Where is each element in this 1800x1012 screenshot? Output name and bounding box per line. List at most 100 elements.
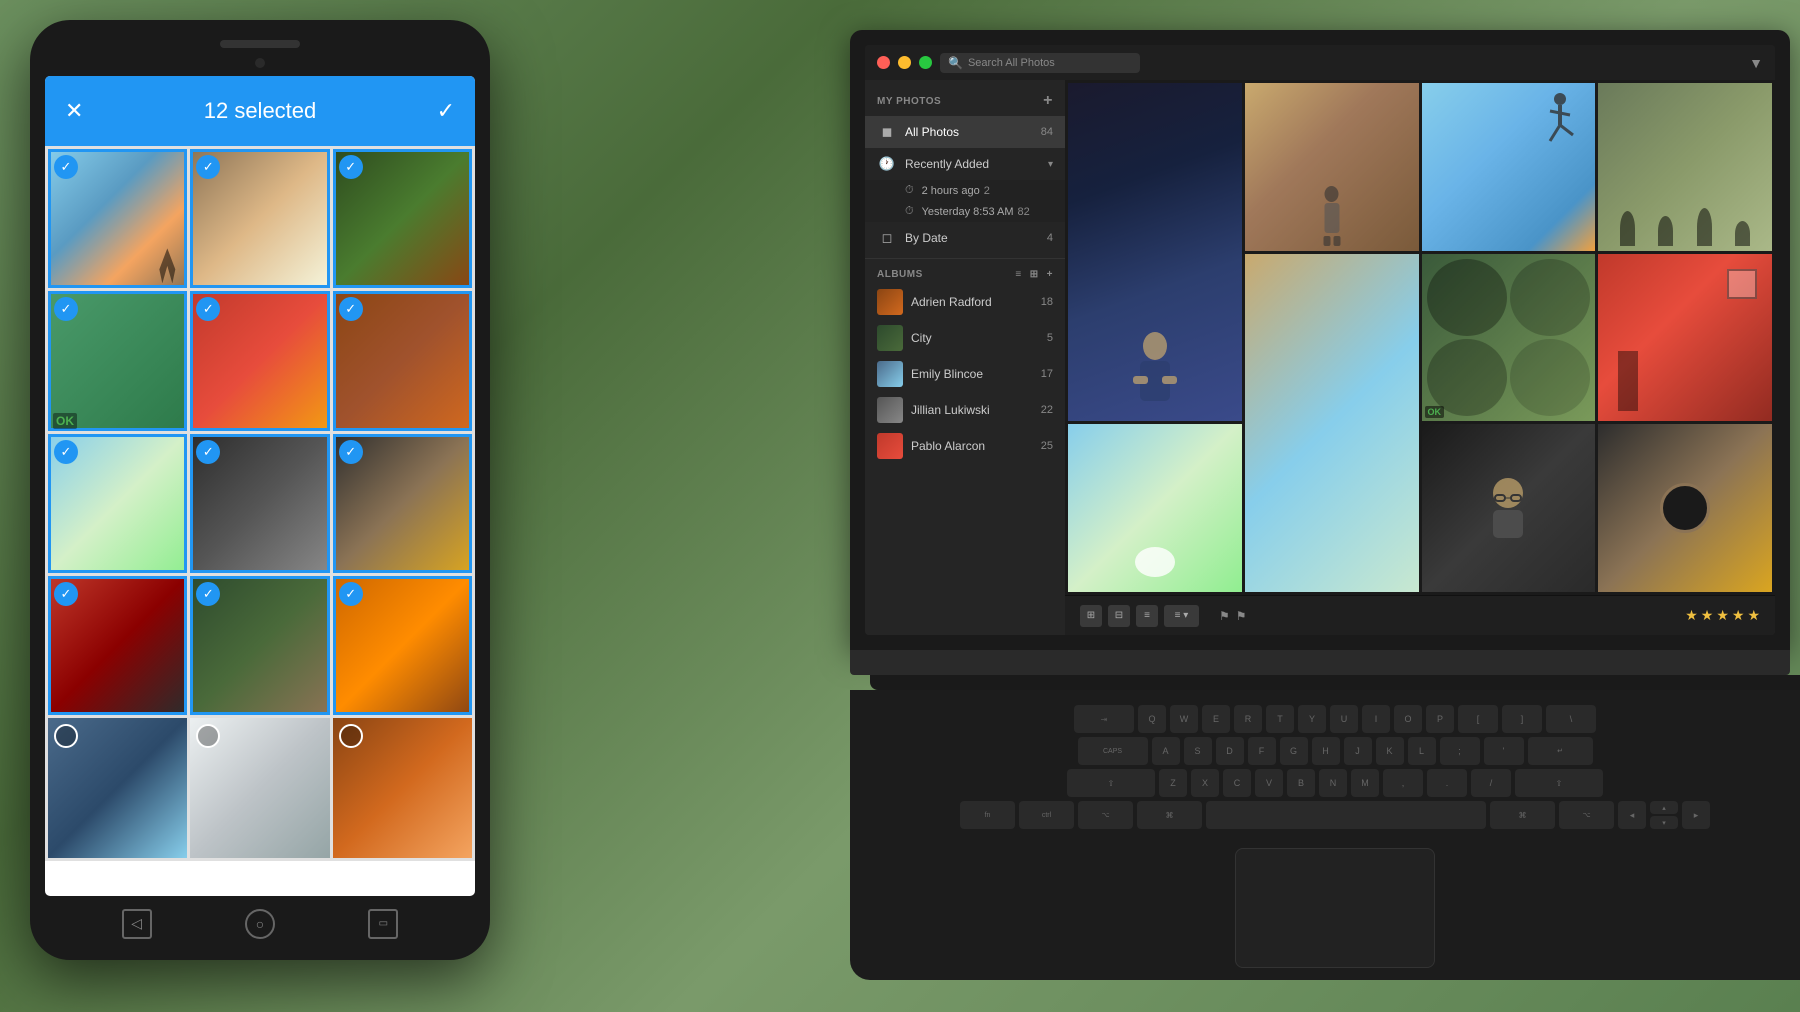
- phone-photo-11[interactable]: ✓: [190, 576, 329, 715]
- key-caps[interactable]: CAPS: [1078, 737, 1148, 765]
- phone-checkbox-13[interactable]: [54, 724, 78, 748]
- phone-photo-7[interactable]: ✓: [48, 434, 187, 573]
- key-period[interactable]: .: [1427, 769, 1467, 797]
- album-item-city[interactable]: City 5: [865, 320, 1065, 356]
- phone-photo-8[interactable]: ✓: [190, 434, 329, 573]
- key-ctrl[interactable]: ctrl: [1019, 801, 1074, 829]
- key-y[interactable]: Y: [1298, 705, 1326, 733]
- key-c[interactable]: C: [1223, 769, 1251, 797]
- sidebar-sub-item-2hours[interactable]: ⏱ 2 hours ago 2: [865, 180, 1065, 201]
- key-bracket-r[interactable]: ]: [1502, 705, 1542, 733]
- key-slash[interactable]: /: [1471, 769, 1511, 797]
- recently-added-expand-arrow[interactable]: ▾: [1048, 159, 1053, 170]
- key-option[interactable]: ⌥: [1078, 801, 1133, 829]
- phone-checkbox-10[interactable]: ✓: [54, 582, 78, 606]
- key-n[interactable]: N: [1319, 769, 1347, 797]
- sidebar-item-by-date[interactable]: ◻ By Date 4: [865, 222, 1065, 254]
- phone-photo-1[interactable]: ✓: [48, 149, 187, 288]
- album-item-adrien[interactable]: Adrien Radford 18: [865, 284, 1065, 320]
- photo-cell-1[interactable]: [1068, 83, 1242, 421]
- view-icon-sort[interactable]: ≡ ▾: [1164, 605, 1199, 627]
- sidebar-item-recently-added[interactable]: 🕐 Recently Added ▾: [865, 148, 1065, 180]
- sidebar-add-button[interactable]: +: [1043, 92, 1053, 110]
- key-w[interactable]: W: [1170, 705, 1198, 733]
- search-bar[interactable]: 🔍 Search All Photos: [940, 53, 1140, 73]
- photo-cell-8[interactable]: [1068, 424, 1242, 592]
- sidebar-item-all-photos[interactable]: ◼ All Photos 84: [865, 116, 1065, 148]
- phone-photo-14[interactable]: [190, 718, 329, 857]
- phone-checkbox-8[interactable]: ✓: [196, 440, 220, 464]
- phone-photo-13[interactable]: [48, 718, 187, 857]
- key-cmd-l[interactable]: ⌘: [1137, 801, 1202, 829]
- album-item-jillian[interactable]: Jillian Lukiwski 22: [865, 392, 1065, 428]
- key-z[interactable]: Z: [1159, 769, 1187, 797]
- key-semicolon[interactable]: ;: [1440, 737, 1480, 765]
- phone-checkbox-9[interactable]: ✓: [339, 440, 363, 464]
- phone-checkbox-1[interactable]: ✓: [54, 155, 78, 179]
- key-return[interactable]: ↵: [1528, 737, 1593, 765]
- key-j[interactable]: J: [1344, 737, 1372, 765]
- phone-photo-4[interactable]: ✓ OK: [48, 291, 187, 430]
- key-s[interactable]: S: [1184, 737, 1212, 765]
- album-item-pablo[interactable]: Pablo Alarcon 25: [865, 428, 1065, 464]
- phone-close-icon[interactable]: ✕: [65, 98, 83, 124]
- key-cmd-r[interactable]: ⌘: [1490, 801, 1555, 829]
- filter-icon-2[interactable]: ⚑: [1236, 609, 1247, 623]
- key-x[interactable]: X: [1191, 769, 1219, 797]
- key-r[interactable]: R: [1234, 705, 1262, 733]
- key-quote[interactable]: ': [1484, 737, 1524, 765]
- view-icon-large[interactable]: ⊞: [1080, 605, 1102, 627]
- phone-photo-3[interactable]: ✓: [333, 149, 472, 288]
- key-arrow-l[interactable]: ◂: [1618, 801, 1646, 829]
- key-o[interactable]: O: [1394, 705, 1422, 733]
- key-arrow-u[interactable]: ▴: [1650, 801, 1678, 814]
- phone-checkbox-12[interactable]: ✓: [339, 582, 363, 606]
- key-shift-l[interactable]: ⇧: [1067, 769, 1155, 797]
- key-l[interactable]: L: [1408, 737, 1436, 765]
- key-space[interactable]: [1206, 801, 1486, 829]
- star-2[interactable]: ★: [1701, 607, 1714, 624]
- flag-icon[interactable]: ⚑: [1219, 609, 1230, 623]
- trackpad[interactable]: [1235, 848, 1435, 968]
- phone-recents-nav[interactable]: ▭: [368, 909, 398, 939]
- key-tab[interactable]: ⇥: [1074, 705, 1134, 733]
- phone-checkbox-15[interactable]: [339, 724, 363, 748]
- photo-cell-2[interactable]: [1245, 83, 1419, 251]
- albums-grid-icon[interactable]: ⊞: [1030, 269, 1039, 280]
- key-shift-r[interactable]: ⇧: [1515, 769, 1603, 797]
- photo-cell-10[interactable]: [1598, 424, 1772, 592]
- photo-cell-4[interactable]: [1598, 83, 1772, 251]
- phone-checkbox-3[interactable]: ✓: [339, 155, 363, 179]
- key-bracket-l[interactable]: [: [1458, 705, 1498, 733]
- key-comma[interactable]: ,: [1383, 769, 1423, 797]
- key-m[interactable]: M: [1351, 769, 1379, 797]
- sidebar-sub-item-yesterday[interactable]: ⏱ Yesterday 8:53 AM 82: [865, 201, 1065, 222]
- key-t[interactable]: T: [1266, 705, 1294, 733]
- phone-checkbox-7[interactable]: ✓: [54, 440, 78, 464]
- key-backslash[interactable]: \: [1546, 705, 1596, 733]
- key-arrow-d[interactable]: ▾: [1650, 816, 1678, 829]
- key-u[interactable]: U: [1330, 705, 1358, 733]
- phone-back-nav[interactable]: ◁: [122, 909, 152, 939]
- key-g[interactable]: G: [1280, 737, 1308, 765]
- photo-cell-9[interactable]: [1422, 424, 1596, 592]
- phone-checkbox-6[interactable]: ✓: [339, 297, 363, 321]
- view-icon-medium[interactable]: ⊟: [1108, 605, 1130, 627]
- phone-photo-9[interactable]: ✓: [333, 434, 472, 573]
- key-f[interactable]: F: [1248, 737, 1276, 765]
- key-v[interactable]: V: [1255, 769, 1283, 797]
- key-h[interactable]: H: [1312, 737, 1340, 765]
- star-1[interactable]: ★: [1685, 607, 1698, 624]
- phone-confirm-icon[interactable]: ✓: [437, 98, 455, 124]
- traffic-light-yellow[interactable]: [898, 56, 911, 69]
- album-item-emily[interactable]: Emily Blincoe 17: [865, 356, 1065, 392]
- photo-cell-3[interactable]: [1422, 83, 1596, 251]
- view-icon-list[interactable]: ≡: [1136, 605, 1158, 627]
- phone-photo-6[interactable]: ✓: [333, 291, 472, 430]
- key-p[interactable]: P: [1426, 705, 1454, 733]
- star-5[interactable]: ★: [1747, 607, 1760, 624]
- albums-list-icon[interactable]: ≡: [1015, 269, 1021, 280]
- key-arrow-r[interactable]: ▸: [1682, 801, 1710, 829]
- traffic-light-red[interactable]: [877, 56, 890, 69]
- phone-photo-15[interactable]: [333, 718, 472, 857]
